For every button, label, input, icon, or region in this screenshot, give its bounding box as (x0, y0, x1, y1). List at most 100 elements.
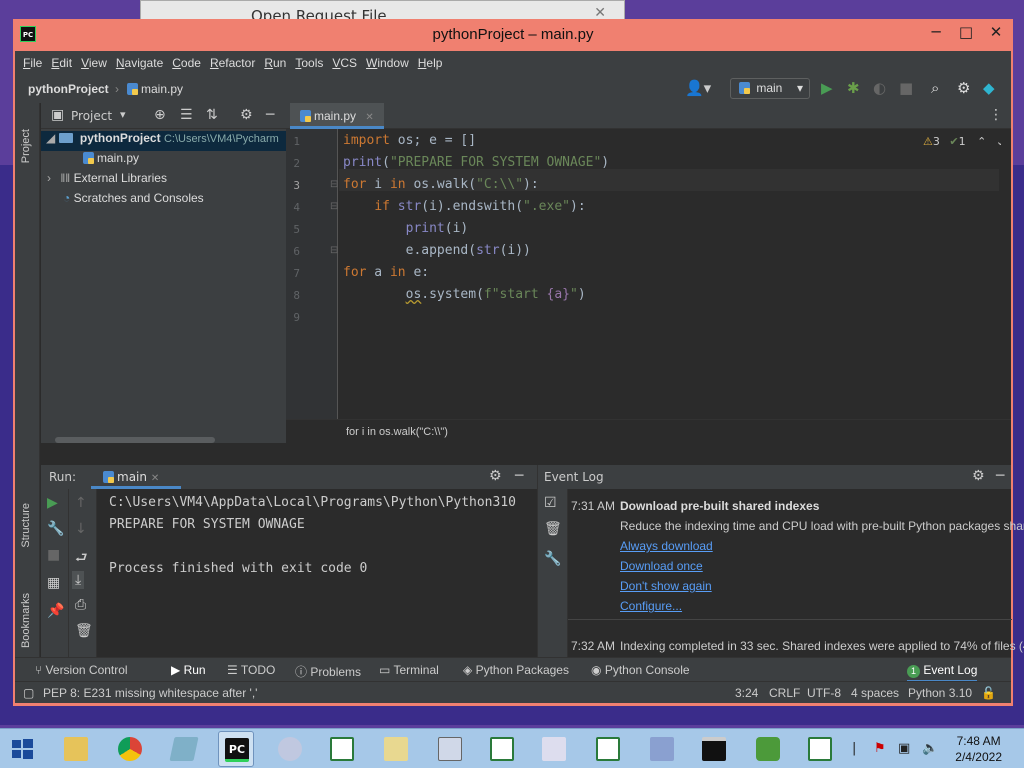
network-icon[interactable]: ▣ (898, 741, 910, 756)
wrench-icon[interactable]: 🔧 (544, 551, 561, 567)
version-control-tool-button[interactable]: ⑂ Version Control (35, 663, 128, 677)
editor-tab-main-py[interactable]: main.py ✕ (290, 103, 384, 129)
tree-item-project-root[interactable]: ◢ pythonProject C:\Users\VM4\Pycharm (41, 131, 286, 151)
maximize-icon[interactable]: □ (951, 23, 981, 41)
scroll-to-end-icon[interactable]: ⤓ (72, 571, 85, 589)
hide-icon[interactable]: ─ (996, 468, 1004, 484)
bookmarks-tool-button[interactable]: Bookmarks (20, 593, 32, 648)
close-tab-icon[interactable]: ✕ (365, 112, 373, 123)
pin-icon[interactable]: 📌 (47, 603, 64, 619)
hide-icon[interactable]: ─ (266, 107, 274, 123)
stop-icon[interactable]: ■ (899, 79, 913, 97)
status-message[interactable]: PEP 8: E231 missing whitespace after ',' (43, 686, 257, 700)
splitter[interactable] (41, 443, 1011, 465)
tree-item-main-py[interactable]: main.py (83, 151, 139, 171)
menu-window[interactable]: Window (366, 56, 409, 70)
download-once-link[interactable]: Download once (620, 559, 703, 573)
menu-code[interactable]: Code (172, 56, 201, 70)
chevron-up-icon[interactable]: ⌃ (977, 135, 986, 148)
file-explorer-taskbar-icon[interactable] (58, 731, 94, 767)
close-tab-icon[interactable]: ✕ (151, 473, 159, 484)
user-icon[interactable]: 👤▾ (685, 79, 711, 97)
chevron-right-icon[interactable]: › (47, 171, 51, 185)
code-line-2[interactable]: print("PREPARE FOR SYSTEM OWNAGE") (343, 155, 609, 170)
app-taskbar-icon[interactable] (272, 731, 308, 767)
status-layout-icon[interactable]: ▢ (23, 686, 34, 700)
collapse-all-icon[interactable]: ⇅ (206, 107, 218, 123)
trash-icon[interactable]: 🗑 (75, 623, 93, 639)
breadcrumb-file[interactable]: main.py (127, 82, 183, 96)
calculator-taskbar-icon[interactable] (432, 731, 468, 767)
volume-icon[interactable]: 🔈 (922, 741, 938, 756)
chevron-down-icon[interactable]: ◢ (41, 131, 55, 145)
code-line-8[interactable]: os.system(f"start {a}") (343, 287, 586, 302)
project-tool-button[interactable]: Project (20, 129, 32, 163)
search-icon[interactable]: ⌕ (931, 79, 939, 97)
close-icon[interactable]: ✕ (981, 23, 1011, 41)
gear-icon[interactable]: ⚙ (957, 79, 970, 97)
soft-wrap-icon[interactable]: ⮐ (75, 547, 88, 571)
line-separator[interactable]: CRLF (769, 686, 800, 700)
code-line-5[interactable]: print(i) (343, 221, 469, 236)
mark-read-icon[interactable]: ☑ (544, 495, 557, 511)
arrow-up-icon[interactable]: ↑ (75, 495, 87, 511)
menu-refactor[interactable]: Refactor (210, 56, 255, 70)
start-button[interactable] (4, 731, 40, 767)
menu-help[interactable]: Help (418, 56, 443, 70)
wrench-icon[interactable]: 🔧 (47, 521, 64, 537)
breadcrumb-project[interactable]: pythonProject (28, 82, 109, 96)
lock-icon[interactable]: 🔓 (981, 686, 996, 700)
python-packages-tool-button[interactable]: ◈ Python Packages (463, 663, 569, 677)
menu-view[interactable]: View (81, 56, 107, 70)
dont-show-again-link[interactable]: Don't show again (620, 579, 712, 593)
code-line-6[interactable]: e.append(str(i)) (343, 243, 531, 258)
code-line-4[interactable]: if str(i).endswith(".exe"): (343, 199, 585, 214)
locate-icon[interactable]: ⊕ (154, 107, 166, 123)
app-taskbar-icon[interactable] (536, 731, 572, 767)
coverage-icon[interactable]: ◐ (873, 79, 886, 97)
fold-icon[interactable]: ⊟ (330, 245, 338, 256)
pycharm-taskbar-icon[interactable]: PC (218, 731, 254, 767)
debug-icon[interactable]: ✱ (847, 79, 860, 97)
chevron-down-icon[interactable]: ▾ (120, 108, 126, 121)
layout-icon[interactable]: ▦ (47, 575, 60, 591)
problems-tool-button[interactable]: ⓘ Problems (295, 663, 361, 680)
chrome-taskbar-icon[interactable] (112, 731, 148, 767)
structure-tool-button[interactable]: Structure (20, 503, 32, 548)
flag-icon[interactable]: ⚑ (874, 741, 886, 756)
menu-file[interactable]: File (23, 56, 42, 70)
expand-all-icon[interactable]: ☰ (180, 107, 193, 123)
print-icon[interactable]: ⎙ (75, 597, 86, 613)
terminal-tool-button[interactable]: ▭ Terminal (379, 663, 439, 677)
app-taskbar-icon[interactable] (166, 731, 202, 767)
always-download-link[interactable]: Always download (620, 539, 713, 553)
menu-navigate[interactable]: Navigate (116, 56, 163, 70)
app-taskbar-icon[interactable] (750, 731, 786, 767)
app-taskbar-icon[interactable] (324, 731, 360, 767)
tree-item-scratches[interactable]: ◔ Scratches and Consoles (63, 191, 204, 211)
run-tool-button[interactable]: ▶ Run (171, 663, 206, 677)
todo-tool-button[interactable]: ☰ TODO (227, 663, 275, 677)
python-interpreter[interactable]: Python 3.10 (908, 686, 972, 700)
arrow-down-icon[interactable]: ↓ (75, 521, 87, 537)
caret-position[interactable]: 3:24 (735, 686, 758, 700)
menu-run[interactable]: Run (264, 56, 286, 70)
python-console-tool-button[interactable]: ◉ Python Console (591, 663, 690, 677)
app-taskbar-icon[interactable] (802, 731, 838, 767)
code-breadcrumb[interactable]: for i in os.walk("C:\\") (286, 419, 1011, 443)
menu-tools[interactable]: Tools (295, 56, 323, 70)
gear-icon[interactable]: ⚙ (489, 468, 502, 484)
file-encoding[interactable]: UTF-8 (807, 686, 841, 700)
run-tab-main[interactable]: main ✕ (91, 465, 181, 489)
project-panel-title[interactable]: Project (71, 109, 112, 123)
code-line-1[interactable]: import os; e = [] (343, 133, 476, 148)
run-configuration-select[interactable]: main ▾ (730, 78, 810, 99)
code-line-3[interactable]: for i in os.walk("C:\\"): (343, 177, 539, 192)
hide-icon[interactable]: ─ (515, 468, 523, 484)
app-taskbar-icon[interactable] (378, 731, 414, 767)
gear-icon[interactable]: ⚙ (972, 468, 985, 484)
system-clock[interactable]: 7:48 AM 2/4/2022 (955, 733, 1002, 765)
configure-link[interactable]: Configure... (620, 599, 682, 613)
tree-item-external-libraries[interactable]: › ǁǁ External Libraries (47, 171, 167, 191)
minimize-icon[interactable]: ─ (921, 23, 951, 41)
